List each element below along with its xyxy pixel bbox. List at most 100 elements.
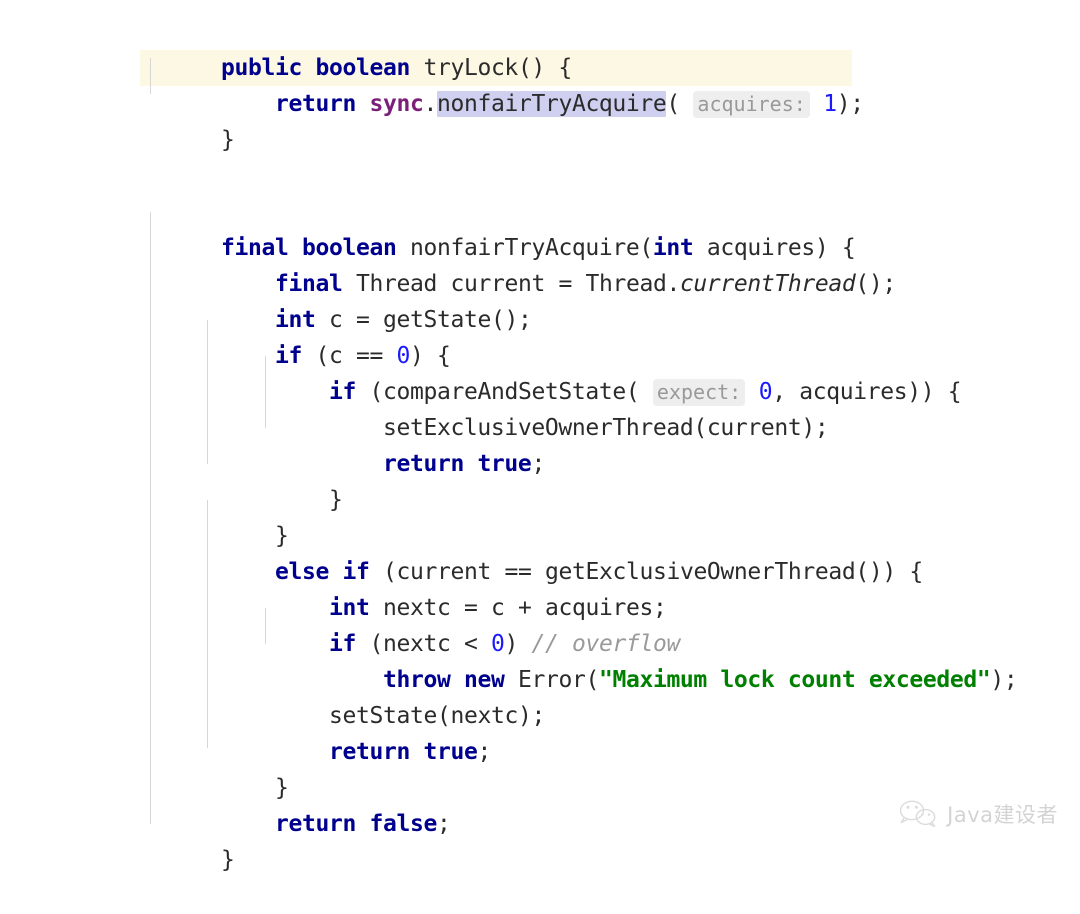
selected-identifier-nonfairTryAcquire[interactable]: nonfairTryAcquire xyxy=(436,91,667,117)
code-line[interactable]: public boolean tryLock() { xyxy=(140,14,1070,81)
keyword-int: int xyxy=(274,307,316,333)
punctuation: == xyxy=(490,559,545,585)
punctuation: ()) { xyxy=(855,559,923,585)
method-compareAndSetState: compareAndSetState xyxy=(382,379,626,405)
punctuation: ) { xyxy=(409,343,451,369)
keyword-if: if xyxy=(342,559,370,585)
identifier-acquires: acquires xyxy=(544,595,653,621)
closing-brace: } xyxy=(220,127,235,153)
number-literal-1: 1 xyxy=(823,91,837,117)
identifier-tryLock: tryLock xyxy=(423,55,518,81)
indent-guide xyxy=(150,58,151,94)
keyword-int: int xyxy=(328,595,370,621)
keyword-false: false xyxy=(369,811,437,837)
closing-brace: } xyxy=(328,487,343,513)
method-getExclusiveOwnerThread: getExclusiveOwnerThread xyxy=(544,559,856,585)
punctuation: ); xyxy=(801,415,829,441)
code-line-blank[interactable] xyxy=(140,158,1070,194)
number-literal-0: 0 xyxy=(758,379,773,405)
punctuation: ; xyxy=(477,739,491,765)
punctuation: ( xyxy=(585,667,599,693)
identifier-current: current xyxy=(450,271,545,297)
punctuation: == xyxy=(342,343,397,369)
code-editor-surface[interactable]: public boolean tryLock() { return sync.n… xyxy=(0,0,1080,873)
identifier-c: c xyxy=(328,343,343,369)
punctuation: ) { xyxy=(814,235,856,261)
identifier-acquires: acquires xyxy=(799,379,908,405)
punctuation: ( xyxy=(355,379,383,405)
keyword-return: return xyxy=(382,451,464,477)
keyword-public: public xyxy=(220,55,302,81)
punctuation: ; xyxy=(531,451,545,477)
punctuation: < xyxy=(450,631,491,657)
punctuation: (); xyxy=(855,271,896,297)
indent-guide xyxy=(207,500,208,748)
punctuation: ( xyxy=(639,235,653,261)
comment-overflow: // overflow xyxy=(531,631,680,657)
type-Error: Error xyxy=(517,667,586,693)
string-literal-error-message: "Maximum lock count exceeded" xyxy=(598,667,991,693)
keyword-boolean: boolean xyxy=(301,235,397,261)
keyword-new: new xyxy=(463,667,505,693)
punctuation: = xyxy=(450,595,491,621)
type-Thread: Thread xyxy=(355,271,437,297)
identifier-nonfairTryAcquire: nonfairTryAcquire xyxy=(409,235,640,261)
keyword-return: return xyxy=(328,739,410,765)
punctuation: )) { xyxy=(907,379,962,405)
keyword-final: final xyxy=(220,235,289,261)
watermark-label: Java建设者 xyxy=(947,803,1058,827)
identifier-current: current xyxy=(396,559,491,585)
punctuation: ( xyxy=(436,703,451,729)
punctuation: ( xyxy=(369,559,397,585)
identifier-acquires: acquires xyxy=(706,235,815,261)
keyword-true: true xyxy=(423,739,478,765)
method-setState: setState xyxy=(328,703,437,729)
code-line[interactable]: final boolean nonfairTryAcquire(int acqu… xyxy=(140,194,1070,261)
punctuation: . xyxy=(666,271,680,297)
parameter-hint-acquires: acquires: xyxy=(693,91,810,118)
punctuation: ); xyxy=(517,703,545,729)
keyword-return: return xyxy=(274,91,356,117)
number-literal-0: 0 xyxy=(490,631,505,657)
closing-brace: } xyxy=(274,523,289,549)
method-getState: getState xyxy=(382,307,491,333)
code-line-blank[interactable] xyxy=(140,122,1070,158)
code-lines-container[interactable]: public boolean tryLock() { return sync.n… xyxy=(140,14,1070,873)
identifier-current: current xyxy=(706,415,802,441)
keyword-else: else xyxy=(274,559,329,585)
punctuation: () { xyxy=(517,55,572,81)
punctuation: = xyxy=(544,271,586,297)
watermark: Java建设者 xyxy=(898,799,1058,829)
keyword-true: true xyxy=(477,451,532,477)
indent-guide xyxy=(150,212,151,824)
type-Thread: Thread xyxy=(585,271,667,297)
punctuation: ); xyxy=(990,667,1018,693)
keyword-if: if xyxy=(274,343,302,369)
punctuation: ( xyxy=(693,415,707,441)
punctuation: , xyxy=(772,379,800,405)
punctuation: ); xyxy=(836,91,864,117)
punctuation: ( xyxy=(666,91,694,117)
punctuation: ; xyxy=(436,811,451,837)
punctuation: ( xyxy=(301,343,329,369)
punctuation: (); xyxy=(490,307,532,333)
punctuation: ( xyxy=(355,631,383,657)
punctuation: ) xyxy=(504,631,532,657)
closing-brace: } xyxy=(274,775,289,801)
keyword-if: if xyxy=(328,379,356,405)
